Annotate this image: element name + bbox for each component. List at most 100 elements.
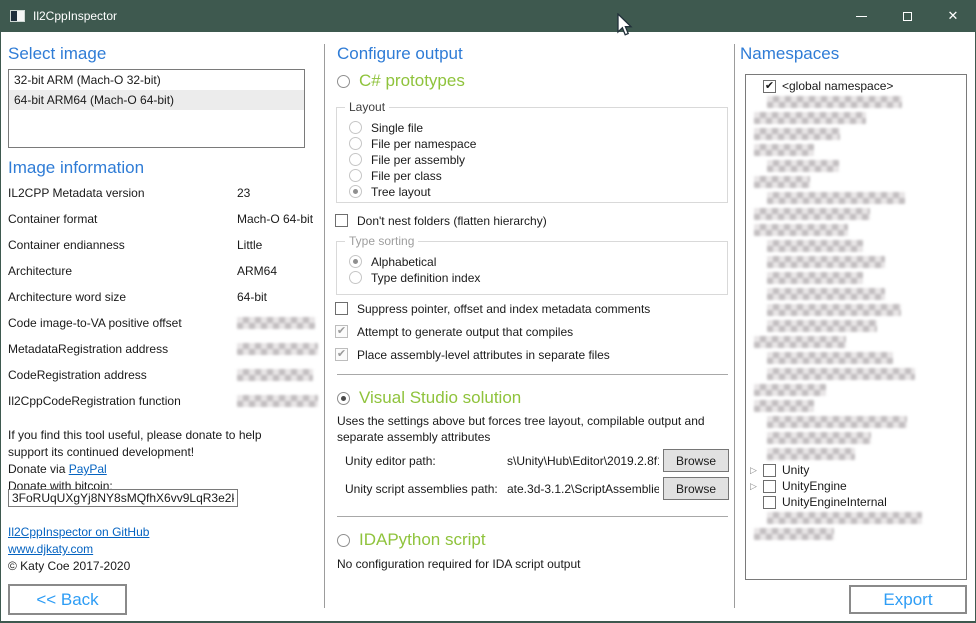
info-value: ARM64 — [237, 264, 277, 278]
redacted-namespace — [767, 352, 893, 364]
namespace-item[interactable]: UnityEngineInternal — [746, 494, 966, 510]
namespace-item[interactable]: ▷UnityEngine — [746, 478, 966, 494]
layout-option[interactable]: Single file — [349, 120, 727, 135]
redacted-namespace — [767, 368, 915, 380]
unity-script-path-value: ate.3d-3.1.2\ScriptAssemblies — [507, 482, 659, 496]
bitcoin-address-input[interactable] — [8, 489, 238, 507]
checkbox-icon[interactable] — [763, 496, 776, 509]
redacted-namespace — [767, 272, 863, 284]
namespace-redacted-row — [746, 142, 966, 158]
titlebar[interactable]: Il2CppInspector ✕ — [0, 0, 976, 32]
redacted-namespace — [767, 432, 871, 444]
output-option-checkbox[interactable]: Suppress pointer, offset and index metad… — [335, 297, 650, 320]
output-option-checkbox[interactable]: Place assembly-level attributes in separ… — [335, 343, 650, 366]
layout-option[interactable]: File per namespace — [349, 136, 727, 151]
image-information-table: IL2CPP Metadata version23Container forma… — [8, 186, 318, 420]
redacted-value — [237, 317, 315, 329]
browse-editor-button[interactable]: Browse — [663, 449, 729, 472]
dont-nest-checkbox[interactable]: Don't nest folders (flatten hierarchy) — [335, 209, 547, 232]
info-value: 64-bit — [237, 290, 267, 304]
info-label: Architecture — [8, 264, 237, 278]
app-window: Il2CppInspector ✕ Select image 32-bit AR… — [0, 0, 976, 623]
donate-paypal-prefix: Donate via — [8, 462, 69, 476]
image-option[interactable]: 64-bit ARM64 (Mach-O 64-bit) — [9, 90, 304, 110]
type-sorting-option[interactable]: Type definition index — [349, 270, 727, 285]
info-row: IL2CPP Metadata version23 — [8, 186, 318, 212]
csharp-prototypes-label: C# prototypes — [359, 71, 465, 91]
image-information-heading: Image information — [8, 158, 144, 178]
redacted-namespace — [754, 400, 814, 412]
unity-editor-path-row: Unity editor path: s\Unity\Hub\Editor\20… — [345, 448, 729, 473]
info-value: 23 — [237, 186, 250, 200]
close-button[interactable]: ✕ — [930, 0, 976, 32]
layout-options: Single fileFile per namespaceFile per as… — [337, 108, 727, 199]
namespace-item[interactable]: ▷Unity — [746, 462, 966, 478]
layout-option[interactable]: File per class — [349, 168, 727, 183]
info-label: Container endianness — [8, 238, 237, 252]
info-label: IL2CPP Metadata version — [8, 186, 237, 200]
namespace-redacted-row — [746, 94, 966, 110]
visual-studio-radio[interactable]: Visual Studio solution — [337, 388, 521, 408]
back-button[interactable]: << Back — [8, 584, 127, 615]
visual-studio-description: Uses the settings above but forces tree … — [337, 413, 731, 445]
namespaces-listbox[interactable]: <global namespace> ▷Unity▷UnityEngineUnit… — [745, 74, 967, 580]
redacted-namespace — [754, 144, 814, 156]
redacted-namespace — [767, 288, 885, 300]
expander-icon[interactable]: ▷ — [750, 462, 763, 478]
image-option[interactable]: 32-bit ARM (Mach-O 32-bit) — [9, 70, 304, 90]
redacted-namespace — [767, 320, 877, 332]
radio-icon — [349, 153, 362, 166]
namespace-redacted-row — [746, 398, 966, 414]
output-option-checkbox[interactable]: Attempt to generate output that compiles — [335, 320, 650, 343]
info-row: Container endiannessLittle — [8, 238, 318, 264]
checkbox-icon[interactable] — [763, 480, 776, 493]
namespace-label: <global namespace> — [782, 79, 893, 93]
unity-script-path-row: Unity script assemblies path: ate.3d-3.1… — [345, 476, 729, 501]
layout-option[interactable]: File per assembly — [349, 152, 727, 167]
radio-icon — [337, 392, 350, 405]
type-sorting-group-label: Type sorting — [345, 234, 418, 248]
radio-icon — [349, 255, 362, 268]
type-sorting-groupbox: Type sorting AlphabeticalType definition… — [336, 241, 728, 295]
radio-icon — [349, 169, 362, 182]
checkbox-icon[interactable] — [763, 80, 776, 93]
configure-output-heading: Configure output — [337, 44, 463, 64]
browse-script-button[interactable]: Browse — [663, 477, 729, 500]
info-label: Code image-to-VA positive offset — [8, 316, 237, 330]
checkbox-icon[interactable] — [763, 464, 776, 477]
export-button[interactable]: Export — [849, 585, 967, 614]
github-link[interactable]: Il2CppInspector on GitHub — [8, 525, 149, 539]
csharp-prototypes-radio[interactable]: C# prototypes — [337, 71, 465, 91]
redacted-namespace — [754, 128, 840, 140]
redacted-namespace — [754, 176, 810, 188]
donate-line-1: If you find this tool useful, please don… — [8, 427, 314, 444]
redacted-namespace — [767, 192, 905, 204]
minimize-icon — [856, 16, 867, 17]
paypal-link[interactable]: PayPal — [69, 462, 107, 476]
idapython-radio[interactable]: IDAPython script — [337, 530, 486, 550]
type-sorting-option[interactable]: Alphabetical — [349, 254, 727, 269]
namespace-item[interactable]: <global namespace> — [746, 78, 966, 94]
checkbox-icon — [335, 214, 348, 227]
redacted-namespace — [754, 528, 834, 540]
layout-option[interactable]: Tree layout — [349, 184, 727, 199]
redacted-namespace — [754, 112, 866, 124]
unity-script-path-label: Unity script assemblies path: — [345, 482, 507, 496]
namespace-redacted-row — [746, 174, 966, 190]
namespace-redacted-row — [746, 158, 966, 174]
image-listbox[interactable]: 32-bit ARM (Mach-O 32-bit)64-bit ARM64 (… — [8, 69, 305, 148]
info-label: Container format — [8, 212, 237, 226]
checkbox-icon — [335, 302, 348, 315]
minimize-button[interactable] — [838, 0, 884, 32]
maximize-icon — [903, 12, 912, 21]
namespace-redacted-row — [746, 126, 966, 142]
expander-icon[interactable]: ▷ — [750, 478, 763, 494]
redacted-namespace — [767, 416, 907, 428]
namespace-redacted-row — [746, 350, 966, 366]
maximize-button[interactable] — [884, 0, 930, 32]
radio-icon — [349, 137, 362, 150]
website-link[interactable]: www.djkaty.com — [8, 542, 93, 556]
namespace-redacted-row — [746, 414, 966, 430]
info-row: CodeRegistration address — [8, 368, 318, 394]
redacted-namespace — [754, 208, 870, 220]
